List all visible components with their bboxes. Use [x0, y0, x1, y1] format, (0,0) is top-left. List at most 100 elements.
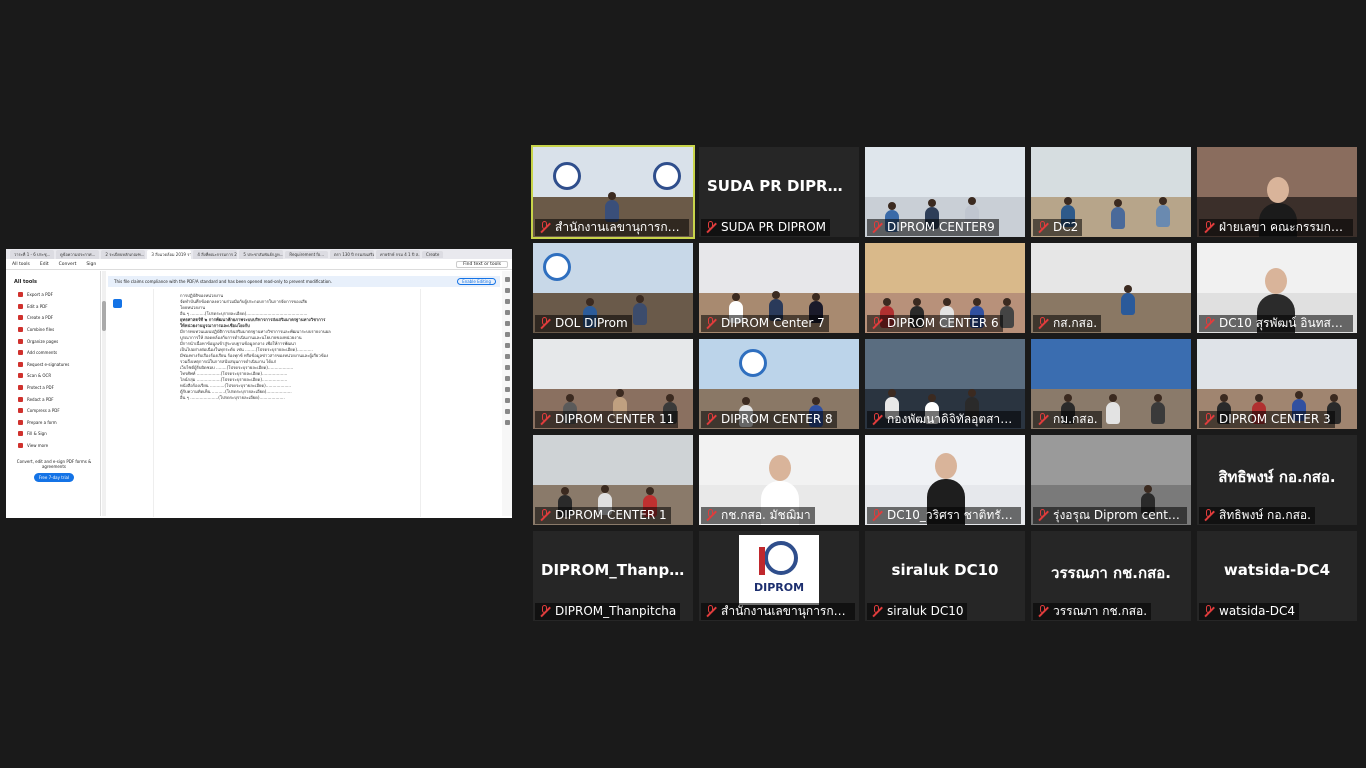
- participant-head: [1003, 298, 1011, 306]
- participant-head: [1064, 394, 1072, 402]
- mic-muted-icon: [538, 605, 551, 618]
- mic-muted-icon: [538, 413, 551, 426]
- toolbar-icon[interactable]: [504, 354, 510, 359]
- mic-muted-icon: [704, 221, 717, 234]
- toolbar-icon[interactable]: [504, 299, 510, 304]
- participant-head: [973, 298, 981, 306]
- browser-tab[interactable]: 2 ระเบียบหลักเกณฑ...: [101, 249, 146, 259]
- video-background: [1031, 435, 1191, 485]
- participant-tile[interactable]: สิทธิพงษ์ กอ.กสอ. สิทธิพงษ์ กอ.กสอ.: [1197, 435, 1357, 525]
- panel-scrollbar[interactable]: [102, 271, 106, 516]
- menu-item[interactable]: Edit: [40, 262, 49, 267]
- participant-tile[interactable]: DIPROM CENTER 11: [533, 339, 693, 429]
- tool-item[interactable]: Protect a PDF: [8, 382, 100, 394]
- participant-tile[interactable]: DIPROM CENTER 1: [533, 435, 693, 525]
- browser-tab[interactable]: ดูข้อความประกาศ...: [56, 249, 100, 259]
- participant-name: ฝ่ายเลขา คณะกรรมการจริยธรรม...: [1199, 219, 1353, 236]
- mic-muted-icon: [1036, 221, 1049, 234]
- tool-item[interactable]: Prepare a form: [8, 417, 100, 429]
- tool-label: Prepare a form: [27, 419, 57, 425]
- participant-name: กช.กสอ. มัชฌิมา: [701, 507, 815, 524]
- tool-label: Request e-signatures: [27, 361, 70, 367]
- participant-name: DC10_วริศรา ชาติทรัพย์...: [867, 507, 1021, 524]
- tool-item[interactable]: Fill & Sign: [8, 428, 100, 440]
- participant-tile[interactable]: DOL DIProm: [533, 243, 693, 333]
- participant-name: siraluk DC10: [867, 603, 968, 620]
- toolbar-icon[interactable]: [504, 310, 510, 315]
- participant-tile[interactable]: DIPROM CENTER 8: [699, 339, 859, 429]
- tool-item[interactable]: Organize pages: [8, 335, 100, 347]
- select-tool-icon[interactable]: [113, 299, 122, 308]
- participant-head: [888, 389, 896, 397]
- participant-name: DIPROM CENTER 3: [1199, 411, 1335, 428]
- participant-tile[interactable]: รุ่งอรุณ Diprom center5: [1031, 435, 1191, 525]
- find-input[interactable]: Find text or tools: [456, 260, 508, 268]
- tool-item[interactable]: Add comments: [8, 347, 100, 359]
- tool-item[interactable]: Redact a PDF: [8, 393, 100, 405]
- toolbar-icon[interactable]: [504, 409, 510, 414]
- participant-tile[interactable]: สำนักงานเลขานุการกรม กรมส่งเสริม...: [531, 145, 695, 239]
- toolbar-icon[interactable]: [504, 387, 510, 392]
- toolbar-icon[interactable]: [504, 343, 510, 348]
- participant-tile[interactable]: วรรณภา กช.กสอ. วรรณภา กช.กสอ.: [1031, 531, 1191, 621]
- participant-tile[interactable]: DIPROM_Thanpi... DIPROM_Thanpitcha: [533, 531, 693, 621]
- menu-item[interactable]: Sign: [86, 262, 96, 267]
- mic-muted-icon: [870, 413, 883, 426]
- browser-tab[interactable]: ค่ายรักษ์ กรม 4 1 ปี ส...: [376, 249, 421, 259]
- browser-tab[interactable]: Create: [422, 250, 444, 258]
- tool-item[interactable]: Compress a PDF: [8, 405, 100, 417]
- toolbar-icon[interactable]: [504, 288, 510, 293]
- tool-label: Compress a PDF: [27, 408, 60, 414]
- tool-item[interactable]: Edit a PDF: [8, 301, 100, 313]
- tool-item[interactable]: Request e-signatures: [8, 359, 100, 371]
- org-logo: [739, 349, 767, 377]
- participant-tile[interactable]: กช.กสอ. มัชฌิมา: [699, 435, 859, 525]
- participant-tile[interactable]: กองพัฒนาดิจิทัลอุตสาหกรรม...: [865, 339, 1025, 429]
- toolbar-icon[interactable]: [504, 365, 510, 370]
- browser-tab[interactable]: วาระที่ 1 - 6 ประชุ...: [10, 249, 54, 259]
- tool-item[interactable]: Export a PDF: [8, 289, 100, 301]
- participant-tile[interactable]: watsida-DC4 watsida-DC4: [1197, 531, 1357, 621]
- tool-item[interactable]: View more: [8, 440, 100, 452]
- tool-item[interactable]: Create a PDF: [8, 312, 100, 324]
- participant-tile[interactable]: DIPROM สำนักงานเลขานุการกรม กรมส่งเสริม..…: [699, 531, 859, 621]
- participant-tile[interactable]: DIPROM CENTER 3: [1197, 339, 1357, 429]
- toolbar-icon[interactable]: [504, 420, 510, 425]
- toolbar-icon[interactable]: [504, 376, 510, 381]
- participant-tile[interactable]: DC10 สุรพัฒน์ อินทสมบัติ: [1197, 243, 1357, 333]
- participant-tile[interactable]: SUDA PR DIPROM SUDA PR DIPROM: [699, 147, 859, 237]
- toolbar-icon[interactable]: [504, 398, 510, 403]
- menu-item[interactable]: Convert: [59, 262, 77, 267]
- tool-label: Create a PDF: [27, 315, 54, 321]
- participant-tile[interactable]: DC2: [1031, 147, 1191, 237]
- participant-tile[interactable]: ฝ่ายเลขา คณะกรรมการจริยธรรม...: [1197, 147, 1357, 237]
- tool-label: Organize pages: [27, 338, 59, 344]
- tool-item[interactable]: Scan & OCR: [8, 370, 100, 382]
- toolbar-icon[interactable]: [504, 277, 510, 282]
- participant-name: กองพัฒนาดิจิทัลอุตสาหกรรม...: [867, 411, 1021, 428]
- menu-item[interactable]: All tools: [12, 262, 30, 267]
- tool-item[interactable]: Combine files: [8, 324, 100, 336]
- browser-tab[interactable]: 3 สิ่งแวดล้อม 2019 รายละ...: [147, 249, 192, 259]
- browser-tab[interactable]: ตรา 130 ปี กรมส่งเสริม...: [330, 249, 375, 259]
- toolbar-icon[interactable]: [504, 332, 510, 337]
- participant-tile[interactable]: siraluk DC10 siraluk DC10: [865, 531, 1025, 621]
- browser-tab[interactable]: 4 สิ่งที่คณะกรรมการ 2...: [193, 249, 238, 259]
- enable-editing-button[interactable]: Enable Editing: [457, 278, 496, 285]
- toolbar-icon[interactable]: [504, 321, 510, 326]
- participant-head: [1255, 394, 1263, 402]
- participant-tile[interactable]: DIPROM CENTER 6: [865, 243, 1025, 333]
- participant-tile[interactable]: กม.กสอ.: [1031, 339, 1191, 429]
- video-background: [1197, 339, 1357, 389]
- participant-name: SUDA PR DIPROM: [701, 219, 830, 236]
- browser-tab[interactable]: 5 ประชาสัมพันธ์กฎห...: [239, 249, 284, 259]
- participant-tile[interactable]: กส.กสอ.: [1031, 243, 1191, 333]
- participant-tile[interactable]: DIPROM CENTER9: [865, 147, 1025, 237]
- participant-tile[interactable]: DC10_วริศรา ชาติทรัพย์...: [865, 435, 1025, 525]
- participant-head: [561, 487, 569, 495]
- free-trial-button[interactable]: Free 7-day trial: [34, 473, 74, 483]
- browser-tab[interactable]: Requirement fo...: [285, 250, 329, 258]
- participant-name: DIPROM CENTER9: [867, 219, 999, 236]
- participant-tile[interactable]: DIPROM Center 7: [699, 243, 859, 333]
- participant-name: watsida-DC4: [1199, 603, 1300, 620]
